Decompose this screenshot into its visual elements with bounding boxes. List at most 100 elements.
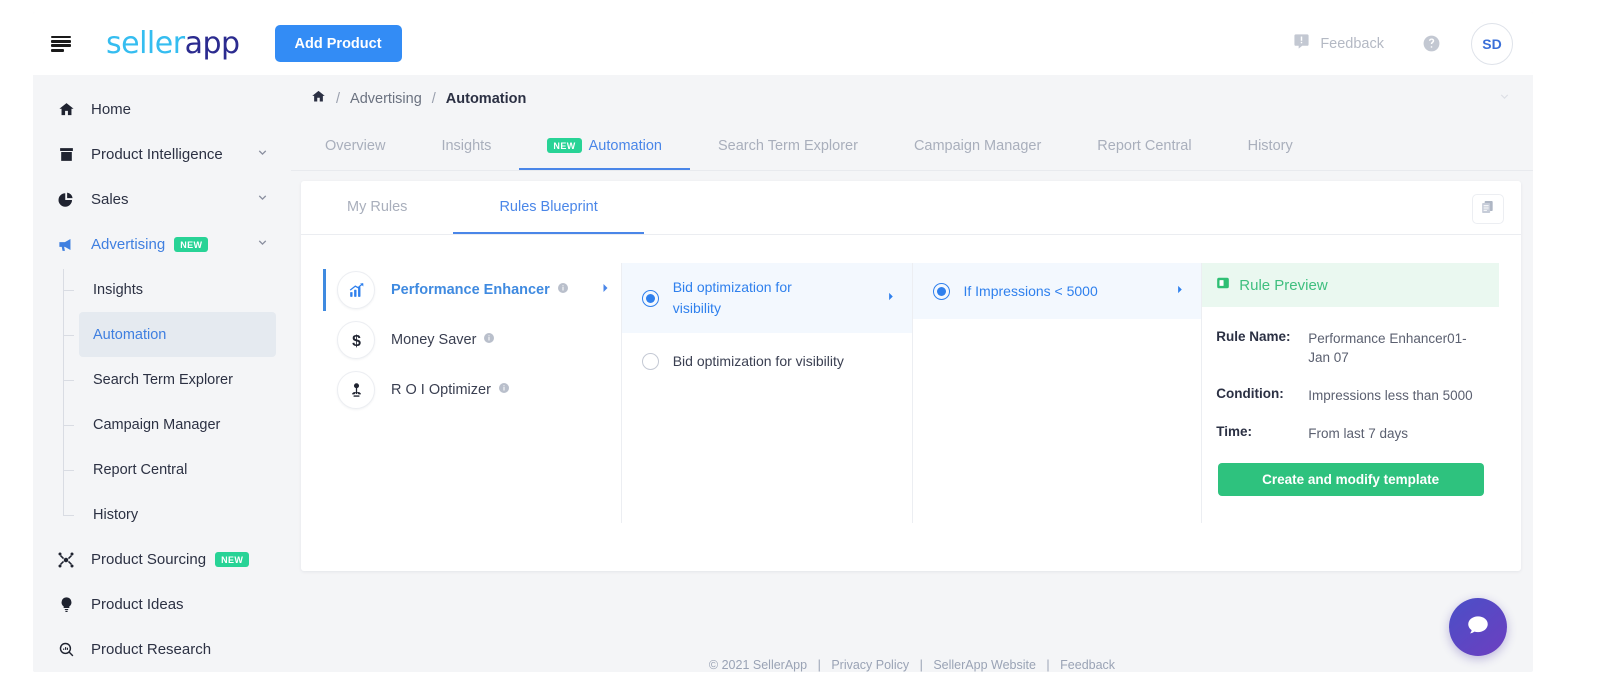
option-bid-optimization-visibility-2[interactable]: Bid optimization for visibility [622, 333, 912, 389]
logo-text-seller: seller [106, 26, 185, 61]
subtab-label: My Rules [347, 199, 408, 215]
preview-value: Performance Enhancer01-Jan 07 [1308, 331, 1467, 366]
footer-link-feedback[interactable]: Feedback [1060, 658, 1115, 672]
copy-template-button[interactable] [1472, 194, 1504, 224]
bulb-icon [55, 596, 77, 613]
add-product-button[interactable]: Add Product [274, 25, 402, 62]
sidebar-item-search-term-explorer[interactable]: Search Term Explorer [63, 357, 276, 402]
category-label: Performance Enhancer [391, 282, 550, 298]
avatar-initials: SD [1482, 35, 1502, 52]
sidebar-item-label: Sales [91, 191, 129, 208]
tab-report-central[interactable]: Report Central [1069, 121, 1219, 170]
footer-separator: | [919, 658, 923, 672]
subnav-label: Report Central [93, 461, 188, 478]
chevron-down-icon[interactable] [256, 191, 269, 208]
sidebar-item-product-research[interactable]: Product Research [33, 627, 291, 672]
tab-history[interactable]: History [1220, 121, 1321, 170]
footer-link-privacy-policy[interactable]: Privacy Policy [831, 658, 909, 672]
preview-row-condition: Condition: Impressions less than 5000 [1216, 386, 1485, 405]
sellerapp-logo[interactable]: sellerapp [106, 26, 240, 61]
category-performance-enhancer[interactable]: Performance Enhancer [323, 265, 621, 315]
tab-label: Insights [441, 137, 492, 154]
category-label-group: R O I Optimizer [391, 382, 510, 398]
info-icon[interactable] [498, 382, 510, 398]
sidebar-item-product-sourcing[interactable]: Product Sourcing NEW [33, 537, 291, 582]
tab-insights[interactable]: Insights [413, 121, 519, 170]
info-icon[interactable] [483, 332, 495, 348]
blueprint-categories: Performance Enhancer $ Money Saver R O I… [323, 263, 621, 523]
sidebar-item-campaign-manager[interactable]: Campaign Manager [63, 402, 276, 447]
top-bar-actions: Feedback SD [1293, 22, 1533, 65]
tab-search-term-explorer[interactable]: Search Term Explorer [690, 121, 886, 170]
rules-card: My Rules Rules Blueprint Performance Enh… [301, 181, 1521, 571]
tab-overview[interactable]: Overview [297, 121, 413, 170]
rule-preview-header: Rule Preview [1202, 263, 1499, 307]
logo-text-app: app [184, 26, 240, 61]
subtab-rules-blueprint[interactable]: Rules Blueprint [453, 180, 645, 234]
category-roi-optimizer[interactable]: R O I Optimizer [323, 365, 621, 415]
chevron-down-icon[interactable] [1498, 90, 1511, 107]
sidebar-item-sales[interactable]: Sales [33, 177, 291, 222]
preview-icon [1216, 276, 1230, 294]
radio-button[interactable] [641, 289, 659, 307]
breadcrumb-advertising[interactable]: Advertising [350, 91, 422, 107]
chevron-right-icon[interactable] [1174, 282, 1185, 300]
app-window: sellerapp Add Product Feedback SD Home P… [33, 12, 1533, 672]
sidebar-item-insights[interactable]: Insights [63, 267, 276, 312]
sidebar-item-label: Product Ideas [91, 596, 184, 613]
option-label: Bid optimization for visibility [672, 279, 792, 316]
radio-button[interactable] [932, 282, 950, 300]
breadcrumb-automation: Automation [445, 90, 527, 107]
sidebar-item-history[interactable]: History [63, 492, 276, 537]
new-badge: NEW [547, 138, 582, 153]
rules-subtabs: My Rules Rules Blueprint [301, 181, 1521, 235]
footer-link-sellerapp-website[interactable]: SellerApp Website [933, 658, 1036, 672]
user-avatar[interactable]: SD [1471, 22, 1513, 65]
chevron-down-icon[interactable] [256, 146, 269, 163]
tab-campaign-manager[interactable]: Campaign Manager [886, 121, 1069, 170]
category-money-saver[interactable]: $ Money Saver [323, 315, 621, 365]
chevron-down-icon[interactable] [256, 236, 269, 253]
condition-label: If Impressions < 5000 [963, 282, 1098, 299]
category-label-group: Performance Enhancer [391, 282, 569, 298]
sidebar-item-automation[interactable]: Automation [63, 312, 276, 357]
sidebar-item-advertising[interactable]: Advertising NEW [33, 222, 291, 267]
megaphone-icon [55, 235, 77, 254]
create-and-modify-template-button[interactable]: Create and modify template [1217, 462, 1484, 496]
sidebar-item-home[interactable]: Home [33, 87, 291, 132]
sidebar-item-report-central[interactable]: Report Central [63, 447, 276, 492]
chevron-right-icon[interactable] [885, 289, 896, 307]
subnav-label: Automation [93, 326, 167, 343]
sidebar-item-label: Product Sourcing [91, 551, 207, 568]
footer-separator: | [1046, 658, 1050, 672]
radio-button[interactable] [641, 352, 659, 370]
chat-bubble-icon [1465, 612, 1491, 643]
blueprint-options: Bid optimization for visibility Bid opti… [620, 263, 912, 523]
breadcrumb-home-icon[interactable] [311, 89, 326, 108]
help-icon[interactable] [1422, 34, 1441, 53]
breadcrumb-separator: / [431, 90, 436, 107]
subtab-my-rules[interactable]: My Rules [301, 180, 453, 234]
breadcrumb: / Advertising / Automation [291, 75, 1533, 122]
footer-separator: | [817, 658, 821, 672]
feedback-button[interactable]: Feedback [1293, 33, 1384, 54]
chevron-right-icon[interactable] [599, 281, 611, 299]
sidebar-item-product-ideas[interactable]: Product Ideas [33, 582, 291, 627]
option-label: Bid optimization for visibility [672, 352, 844, 369]
tab-label: Campaign Manager [913, 137, 1042, 154]
preview-row-rule-name: Rule Name: Performance Enhancer01-Jan 07 [1216, 329, 1485, 367]
chat-widget-button[interactable] [1449, 598, 1507, 656]
breadcrumb-separator: / [336, 90, 341, 107]
condition-impressions-less-5000[interactable]: If Impressions < 5000 [912, 263, 1202, 319]
seedling-icon [337, 371, 375, 409]
sidebar-item-product-intelligence[interactable]: Product Intelligence [33, 132, 291, 177]
preview-value: From last 7 days [1308, 426, 1409, 442]
option-bid-optimization-visibility-1[interactable]: Bid optimization for visibility [621, 263, 912, 333]
info-icon[interactable] [557, 282, 569, 298]
tab-automation[interactable]: NEW Automation [519, 121, 690, 170]
sidebar: Home Product Intelligence Sales Advertis… [33, 75, 291, 672]
tab-label: Overview [325, 137, 386, 154]
menu-toggle-icon[interactable] [51, 35, 73, 52]
tab-label: History [1247, 137, 1293, 154]
preview-key: Condition: [1216, 386, 1284, 402]
